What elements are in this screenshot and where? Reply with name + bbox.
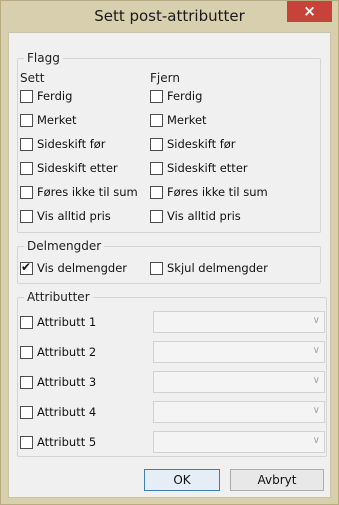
sett-header: Sett [20, 71, 45, 85]
delmengder-group: Delmengder Vis delmengder Skjul delmengd… [17, 239, 321, 284]
checkbox-box[interactable] [20, 345, 33, 359]
fjern-ferdig-checkbox[interactable]: Ferdig [150, 88, 202, 104]
chevron-down-icon[interactable]: ∨ [313, 345, 320, 356]
checkbox-box[interactable] [20, 161, 33, 175]
sett-sideskift-for-checkbox[interactable]: Sideskift før [20, 136, 106, 152]
checkbox-label: Føres ikke til sum [167, 185, 268, 199]
vis-delmengder-checkbox[interactable]: Vis delmengder [20, 260, 127, 276]
sett-sideskift-etter-checkbox[interactable]: Sideskift etter [20, 160, 118, 176]
checkbox-label: Ferdig [167, 89, 203, 103]
flagg-group: Flagg Sett Fjern Ferdig Merket Sideskift… [17, 51, 321, 233]
fjern-vis-alltid-pris-checkbox[interactable]: Vis alltid pris [150, 208, 241, 224]
checkbox-box[interactable] [20, 209, 33, 223]
checkbox-box[interactable] [20, 113, 33, 127]
skjul-delmengder-checkbox[interactable]: Skjul delmengder [150, 260, 268, 276]
chevron-down-icon[interactable]: ∨ [313, 315, 320, 326]
flagg-legend: Flagg [24, 51, 63, 65]
checkbox-box[interactable] [20, 185, 33, 199]
attributt-3-checkbox[interactable]: Attributt 3 [20, 374, 96, 390]
checkbox-box[interactable] [150, 161, 163, 175]
checkbox-label: Sideskift etter [167, 161, 248, 175]
sett-ferdig-checkbox[interactable]: Ferdig [20, 88, 72, 104]
checkbox-label: Sideskift før [167, 137, 236, 151]
checkbox-label: Attributt 1 [37, 315, 97, 329]
checkbox-label: Attributt 4 [37, 405, 97, 419]
checkbox-label: Føres ikke til sum [37, 185, 138, 199]
checkbox-box[interactable] [150, 209, 163, 223]
checkbox-box[interactable] [20, 89, 33, 103]
attributt-5-dropdown[interactable]: ∨ [153, 431, 325, 453]
attributt-3-dropdown[interactable]: ∨ [153, 371, 325, 393]
checkbox-label: Skjul delmengder [167, 261, 268, 275]
checkbox-box[interactable] [150, 185, 163, 199]
attributter-legend: Attributter [24, 290, 93, 304]
checkbox-label: Sideskift etter [37, 161, 118, 175]
checkbox-box[interactable] [20, 260, 33, 275]
dialog-window: Sett post-attributter × Flagg Sett Fjern… [0, 0, 339, 505]
checkbox-label: Ferdig [37, 89, 73, 103]
title-bar[interactable]: Sett post-attributter × [1, 1, 338, 32]
checkbox-label: Vis delmengder [37, 261, 127, 275]
attributt-2-dropdown[interactable]: ∨ [153, 341, 325, 363]
cancel-button[interactable]: Avbryt [230, 469, 324, 491]
checkbox-box[interactable] [150, 261, 163, 275]
checkbox-box[interactable] [150, 89, 163, 103]
close-button[interactable]: × [287, 1, 332, 22]
checkbox-label: Attributt 3 [37, 375, 97, 389]
checkbox-label: Sideskift før [37, 137, 106, 151]
dialog-client-area: Flagg Sett Fjern Ferdig Merket Sideskift… [8, 32, 331, 498]
fjern-fores-ikke-til-sum-checkbox[interactable]: Føres ikke til sum [150, 184, 268, 200]
sett-merket-checkbox[interactable]: Merket [20, 112, 77, 128]
chevron-down-icon[interactable]: ∨ [313, 405, 320, 416]
checkbox-label: Vis alltid pris [167, 209, 241, 223]
checkbox-box[interactable] [20, 137, 33, 151]
checkbox-box[interactable] [150, 113, 163, 127]
attributt-2-checkbox[interactable]: Attributt 2 [20, 344, 96, 360]
ok-button[interactable]: OK [144, 469, 220, 491]
chevron-down-icon[interactable]: ∨ [313, 435, 320, 446]
checkbox-box[interactable] [20, 375, 33, 389]
sett-fores-ikke-til-sum-checkbox[interactable]: Føres ikke til sum [20, 184, 138, 200]
delmengder-legend: Delmengder [24, 239, 105, 253]
chevron-down-icon[interactable]: ∨ [313, 375, 320, 386]
checkbox-label: Attributt 2 [37, 345, 97, 359]
checkbox-box[interactable] [20, 315, 33, 329]
fjern-merket-checkbox[interactable]: Merket [150, 112, 207, 128]
checkbox-label: Merket [37, 113, 77, 127]
attributt-4-checkbox[interactable]: Attributt 4 [20, 404, 96, 420]
attributt-1-checkbox[interactable]: Attributt 1 [20, 314, 96, 330]
fjern-header: Fjern [150, 71, 180, 85]
fjern-sideskift-for-checkbox[interactable]: Sideskift før [150, 136, 236, 152]
fjern-sideskift-etter-checkbox[interactable]: Sideskift etter [150, 160, 248, 176]
attributt-4-dropdown[interactable]: ∨ [153, 401, 325, 423]
checkbox-box[interactable] [150, 137, 163, 151]
checkbox-box[interactable] [20, 435, 33, 449]
checkbox-label: Vis alltid pris [37, 209, 111, 223]
checkbox-label: Merket [167, 113, 207, 127]
checkbox-box[interactable] [20, 405, 33, 419]
attributt-5-checkbox[interactable]: Attributt 5 [20, 434, 96, 450]
checkbox-label: Attributt 5 [37, 435, 97, 449]
attributter-group: Attributter Attributt 1 ∨ Attributt 2 ∨ … [17, 290, 327, 457]
sett-vis-alltid-pris-checkbox[interactable]: Vis alltid pris [20, 208, 111, 224]
close-icon: × [303, 2, 316, 20]
attributt-1-dropdown[interactable]: ∨ [153, 311, 325, 333]
